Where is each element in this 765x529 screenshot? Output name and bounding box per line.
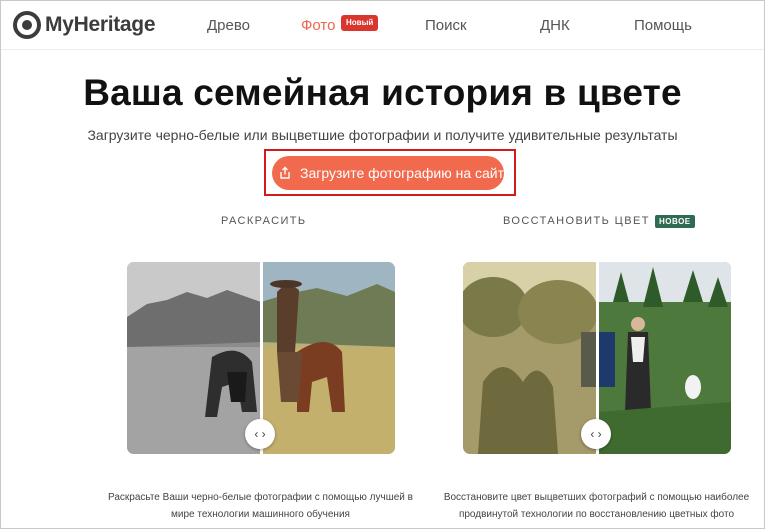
site-header: MyHeritage Древо Фото Новый Поиск ДНК По…	[1, 1, 764, 50]
upload-icon	[280, 166, 290, 179]
colorize-caption-line2: мире технологии машинного обучения	[171, 509, 350, 520]
nav-dna[interactable]: ДНК	[540, 17, 570, 34]
myheritage-logo-icon	[13, 11, 41, 39]
compare-slider-handle[interactable]: ‹ ›	[581, 419, 611, 449]
restore-caption-line1: Восстановите цвет выцветших фотографий с…	[443, 492, 750, 503]
browser-viewport: MyHeritage Древо Фото Новый Поиск ДНК По…	[0, 0, 765, 529]
nav-help[interactable]: Помощь	[634, 17, 692, 34]
logo[interactable]: MyHeritage	[13, 10, 156, 40]
nav-photo[interactable]: Фото	[301, 17, 335, 34]
upload-photo-button[interactable]: Загрузите фотографию на сайт	[272, 156, 504, 190]
new-badge: Новый	[341, 15, 379, 31]
logo-text: MyHeritage	[45, 13, 156, 36]
restore-comparison-image[interactable]: ‹ ›	[463, 262, 731, 454]
page-title: Ваша семейная история в цвете	[83, 72, 682, 113]
colorize-comparison-image[interactable]: ‹ ›	[127, 262, 395, 454]
restore-caption: Восстановите цвет выцветших фотографий с…	[430, 489, 763, 523]
colorize-caption-line1: Раскрасьте Ваши черно-белые фотографии с…	[108, 492, 413, 503]
colorize-label: РАСКРАСИТЬ	[221, 215, 307, 227]
compare-slider-handle[interactable]: ‹ ›	[245, 419, 275, 449]
restore-caption-line2: продвинутой технологии по восстановлению…	[458, 509, 735, 520]
restore-color-label: ВОССТАНОВИТЬ ЦВЕТ	[503, 215, 650, 227]
upload-button-label: Загрузите фотографию на сайт	[300, 165, 504, 181]
new-feature-badge: НОВОЕ	[655, 215, 695, 228]
colorize-caption: Раскрасьте Ваши черно-белые фотографии с…	[93, 489, 428, 523]
page-subtitle: Загрузите черно-белые или выцветшие фото…	[87, 127, 678, 143]
nav-search[interactable]: Поиск	[425, 17, 467, 34]
nav-tree[interactable]: Древо	[207, 17, 250, 34]
